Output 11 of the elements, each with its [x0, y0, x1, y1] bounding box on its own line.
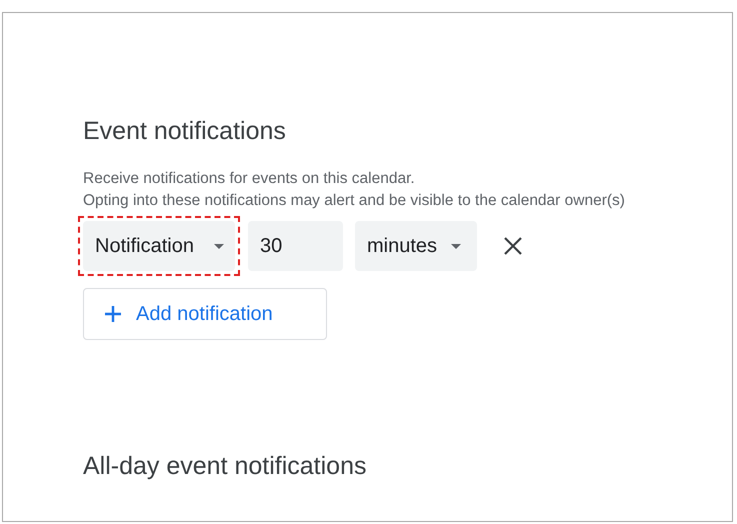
add-notification-button[interactable]: Add notification — [83, 288, 327, 340]
section-title: All-day event notifications — [83, 452, 368, 482]
unit-dropdown[interactable]: minutes — [355, 221, 477, 271]
plus-icon — [104, 305, 122, 323]
amount-field[interactable]: 30 — [248, 221, 343, 271]
description-text: Receive notifications for events on this calendar. — [83, 169, 415, 189]
caret-icon — [451, 244, 462, 248]
method-dropdown[interactable]: Notification — [83, 221, 235, 271]
description-text: Opting into these notifications may alert and be visible to the calendar owner(s) — [83, 191, 625, 211]
caret-icon — [214, 244, 224, 248]
section-title: Event notifications — [83, 117, 287, 147]
